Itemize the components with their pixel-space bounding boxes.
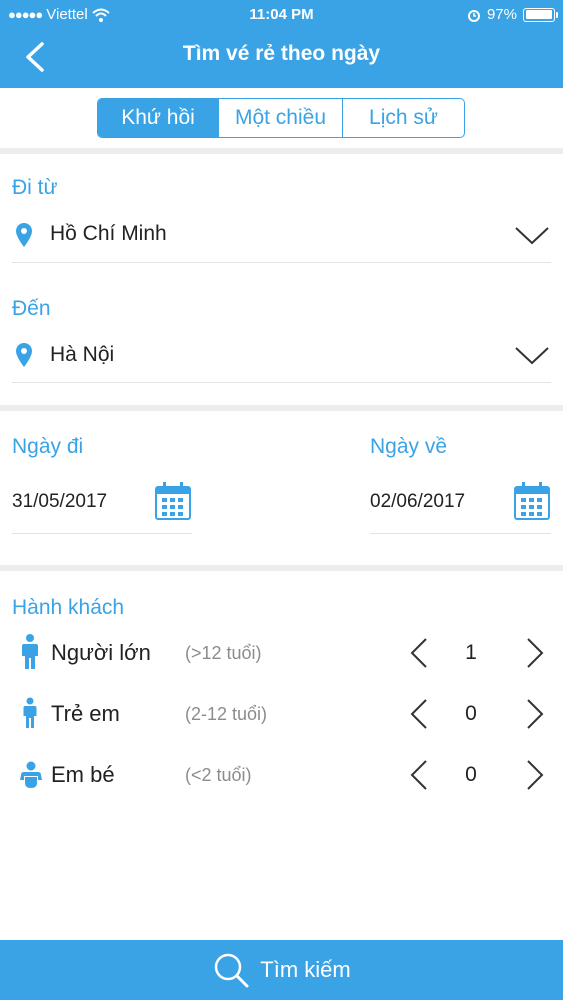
adult-icon [22,634,38,669]
from-city[interactable]: Hồ Chí Minh [50,222,167,246]
section-divider [0,565,563,571]
to-label: Đến [12,297,51,320]
infant-count: 0 [465,763,477,786]
battery-percent: 97% [486,6,517,23]
battery-area: 97% [467,6,558,23]
section-divider [0,405,563,411]
app-header: ●●●●● Viettel 11:04 PM 97% Tìm vé rẻ the… [0,0,563,88]
page-title: Tìm vé rẻ theo ngày [182,42,381,65]
passengers-title: Hành khách [12,596,125,619]
search-icon [215,953,249,988]
child-icon [23,697,37,728]
location-pin-icon [16,343,32,367]
section-divider [0,148,563,154]
trip-type-tabs: Khứ hồi Một chiều Lịch sử [97,98,465,138]
battery-level [525,10,552,19]
tab-history[interactable]: Lịch sử [343,99,464,137]
depart-date-value[interactable]: 31/05/2017 [12,491,107,513]
adult-decrement-button[interactable] [409,637,429,669]
return-date-label: Ngày về [370,435,448,458]
child-decrement-button[interactable] [409,698,429,730]
depart-underline [12,533,192,534]
child-increment-button[interactable] [525,698,545,730]
tab-round-trip[interactable]: Khứ hồi [98,99,219,137]
from-underline [12,262,551,263]
infant-increment-button[interactable] [525,759,545,791]
infant-age: (<2 tuổi) [185,765,252,785]
return-underline [370,533,551,534]
from-label: Đi từ [12,176,58,199]
to-city[interactable]: Hà Nội [50,343,114,367]
depart-date-label: Ngày đi [12,435,84,458]
battery-icon [523,7,558,22]
tab-one-way[interactable]: Một chiều [219,99,343,137]
child-count: 0 [465,702,477,725]
alarm-icon [467,9,480,22]
infant-decrement-button[interactable] [409,759,429,791]
adult-label: Người lớn [51,640,151,665]
infant-icon [20,761,42,788]
calendar-icon[interactable] [154,481,192,521]
child-label: Trẻ em [51,701,120,726]
adult-increment-button[interactable] [525,637,545,669]
search-button-label: Tìm kiếm [260,957,351,982]
search-button[interactable]: Tìm kiếm [0,940,563,1000]
return-date-value[interactable]: 02/06/2017 [370,491,465,513]
status-bar: ●●●●● Viettel 11:04 PM 97% [0,0,563,30]
infant-label: Em bé [51,762,115,787]
child-age: (2-12 tuổi) [185,704,268,724]
chevron-down-icon[interactable] [514,346,550,366]
adult-age: (>12 tuổi) [185,643,262,663]
to-underline [12,382,551,383]
adult-count: 1 [465,641,477,664]
chevron-down-icon[interactable] [514,226,550,246]
location-pin-icon [16,223,32,247]
calendar-icon[interactable] [513,481,551,521]
